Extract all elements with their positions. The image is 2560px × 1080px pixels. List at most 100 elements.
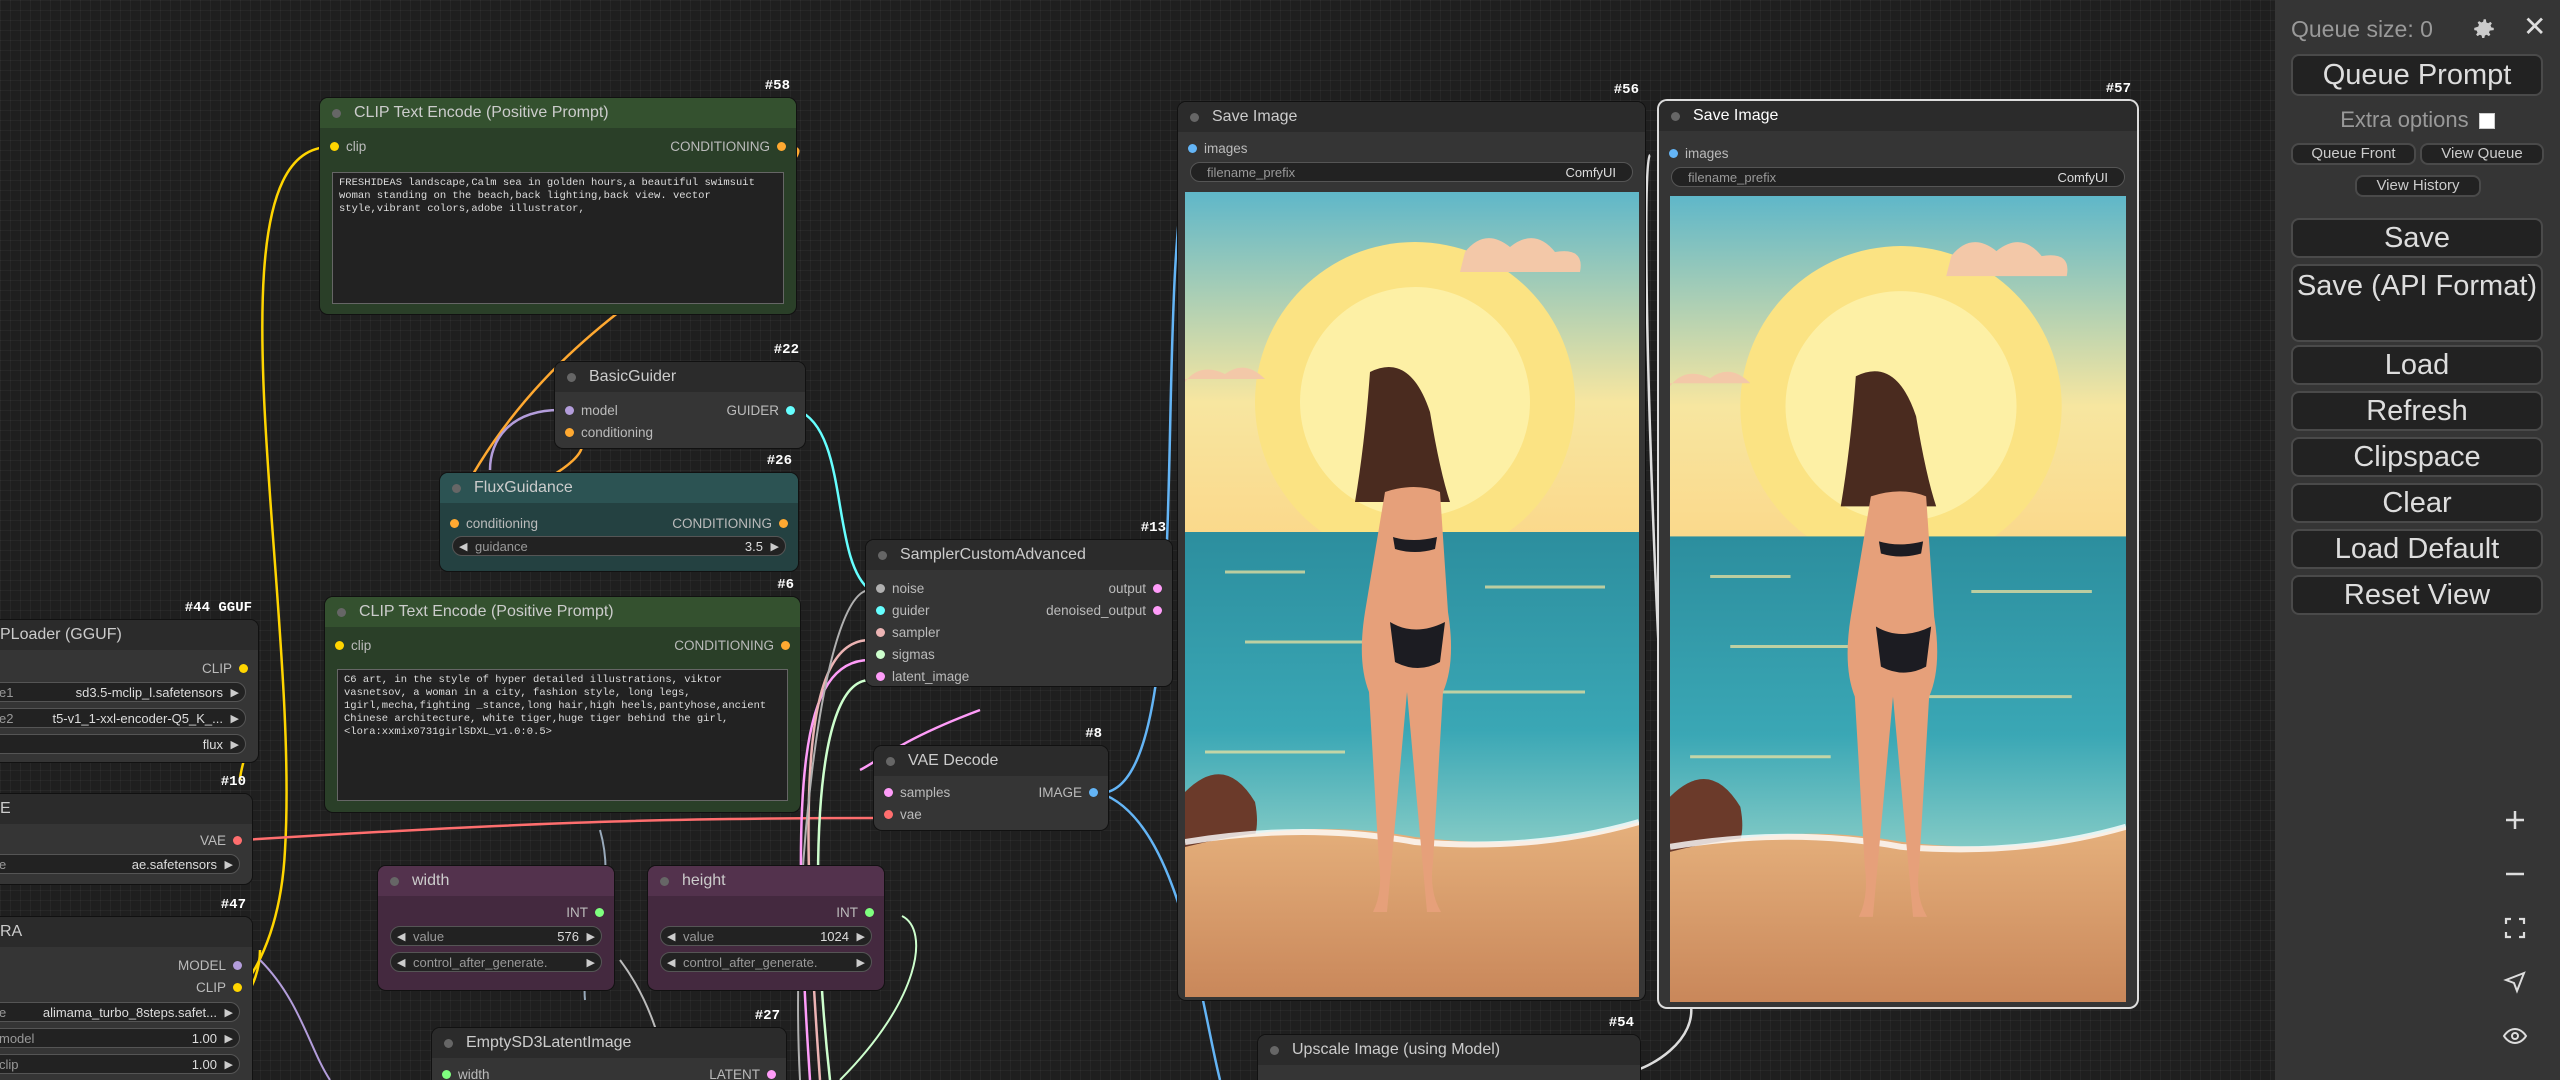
filename-prefix-widget[interactable]: filename_prefix ComfyUI bbox=[1190, 162, 1633, 182]
empty-sd3-latent-image-node[interactable]: #27 EmptySD3LatentImage width LATENT bbox=[432, 1008, 786, 1080]
node-title[interactable]: PLoader (GGUF) bbox=[0, 620, 258, 650]
input-samples[interactable]: samples bbox=[884, 784, 950, 802]
width-value-widget[interactable]: ◀ value 576 ▶ bbox=[390, 926, 602, 946]
collapse-dot-icon[interactable] bbox=[332, 109, 341, 118]
input-conditioning[interactable]: conditioning bbox=[450, 515, 538, 533]
control-after-generate-widget[interactable]: ◀ control_after_generate. ▶ bbox=[390, 952, 602, 972]
node-title[interactable]: E bbox=[0, 794, 252, 824]
prompt-textarea[interactable]: C6 art, in the style of hyper detailed i… bbox=[337, 669, 788, 801]
clipspace-button[interactable]: Clipspace bbox=[2291, 437, 2543, 477]
settings-gear-icon[interactable] bbox=[2471, 16, 2497, 42]
lora-name-widget[interactable]: e alimama_turbo_8steps.safet... ▶ bbox=[0, 1002, 240, 1022]
collapse-dot-icon[interactable] bbox=[886, 757, 895, 766]
output-latent[interactable]: LATENT bbox=[709, 1066, 776, 1080]
strength-model-widget[interactable]: model 1.00 ▶ bbox=[0, 1028, 240, 1048]
extra-options-checkbox[interactable] bbox=[2478, 113, 2495, 130]
refresh-button[interactable]: Refresh bbox=[2291, 391, 2543, 431]
basic-guider-node[interactable]: #22 BasicGuider model conditioning GUIDE… bbox=[555, 342, 805, 448]
clip-text-encode-node-6[interactable]: #6 CLIP Text Encode (Positive Prompt) cl… bbox=[325, 577, 800, 812]
collapse-dot-icon[interactable] bbox=[878, 551, 887, 560]
collapse-dot-icon[interactable] bbox=[660, 877, 669, 886]
output-int[interactable]: INT bbox=[566, 904, 604, 922]
type-widget[interactable]: flux ▶ bbox=[0, 734, 246, 754]
generated-image-preview[interactable] bbox=[1670, 196, 2126, 1002]
load-default-button[interactable]: Load Default bbox=[2291, 529, 2543, 569]
input-width[interactable]: width bbox=[442, 1066, 490, 1080]
height-value-widget[interactable]: ◀ value 1024 ▶ bbox=[660, 926, 872, 946]
queue-prompt-button[interactable]: Queue Prompt bbox=[2291, 54, 2543, 96]
output-conditioning[interactable]: CONDITIONING bbox=[674, 637, 790, 655]
output-int[interactable]: INT bbox=[836, 904, 874, 922]
input-model[interactable]: model bbox=[565, 402, 618, 420]
sampler-custom-advanced-node[interactable]: #13 SamplerCustomAdvanced noise guider s… bbox=[866, 520, 1172, 686]
fit-view-icon[interactable] bbox=[2492, 905, 2538, 951]
upscale-image-node[interactable]: #54 Upscale Image (using Model) bbox=[1258, 1015, 1640, 1080]
input-vae[interactable]: vae bbox=[884, 806, 922, 824]
strength-clip-widget[interactable]: clip 1.00 ▶ bbox=[0, 1054, 240, 1074]
collapse-dot-icon[interactable] bbox=[337, 608, 346, 617]
node-title[interactable]: RA bbox=[0, 917, 252, 947]
node-title[interactable]: EmptySD3LatentImage bbox=[432, 1028, 786, 1058]
clear-button[interactable]: Clear bbox=[2291, 483, 2543, 523]
input-images[interactable]: images bbox=[1669, 145, 1729, 163]
node-title[interactable]: CLIP Text Encode (Positive Prompt) bbox=[325, 597, 800, 627]
collapse-dot-icon[interactable] bbox=[1270, 1046, 1279, 1055]
output-clip[interactable]: CLIP bbox=[202, 660, 248, 678]
output-denoised[interactable]: denoised_output bbox=[1046, 602, 1162, 620]
node-title[interactable]: Save Image bbox=[1178, 102, 1645, 132]
vae-decode-node[interactable]: #8 VAE Decode samples vae IMAGE bbox=[874, 726, 1108, 830]
reset-view-button[interactable]: Reset View bbox=[2291, 575, 2543, 615]
output-model[interactable]: MODEL bbox=[178, 957, 242, 975]
save-button[interactable]: Save bbox=[2291, 218, 2543, 258]
output-output[interactable]: output bbox=[1108, 580, 1162, 598]
dual-clip-loader-gguf-node[interactable]: #44 GGUF PLoader (GGUF) CLIP e1 sd3.5-mcl… bbox=[0, 600, 258, 762]
collapse-dot-icon[interactable] bbox=[390, 877, 399, 886]
height-primitive-node[interactable]: height INT ◀ value 1024 ▶ ◀ control_after_ge… bbox=[648, 866, 884, 990]
input-conditioning[interactable]: conditioning bbox=[565, 424, 653, 442]
view-queue-button[interactable]: View Queue bbox=[2420, 143, 2544, 165]
collapse-dot-icon[interactable] bbox=[1671, 112, 1680, 121]
input-images[interactable]: images bbox=[1188, 140, 1248, 158]
eye-icon[interactable] bbox=[2492, 1013, 2538, 1059]
collapse-dot-icon[interactable] bbox=[567, 373, 576, 382]
control-after-generate-widget[interactable]: ◀ control_after_generate. ▶ bbox=[660, 952, 872, 972]
input-noise[interactable]: noise bbox=[876, 580, 924, 598]
clip-name2-widget[interactable]: e2 t5-v1_1-xxl-encoder-Q5_K_... ▶ bbox=[0, 708, 246, 728]
input-clip[interactable]: clip bbox=[335, 637, 371, 655]
node-title[interactable]: width bbox=[378, 866, 614, 896]
output-clip[interactable]: CLIP bbox=[196, 979, 242, 997]
save-api-format-button[interactable]: Save (API Format) bbox=[2291, 264, 2543, 342]
node-title[interactable]: CLIP Text Encode (Positive Prompt) bbox=[320, 98, 796, 128]
output-vae[interactable]: VAE bbox=[200, 832, 242, 850]
view-history-button[interactable]: View History bbox=[2355, 175, 2481, 197]
load-button[interactable]: Load bbox=[2291, 345, 2543, 385]
collapse-dot-icon[interactable] bbox=[452, 484, 461, 493]
input-clip[interactable]: clip bbox=[330, 138, 366, 156]
clip-name1-widget[interactable]: e1 sd3.5-mclip_l.safetensors ▶ bbox=[0, 682, 246, 702]
collapse-dot-icon[interactable] bbox=[444, 1039, 453, 1048]
lora-loader-node[interactable]: #47 RA MODEL CLIP e alimama_turbo_8steps.… bbox=[0, 897, 252, 1080]
node-title[interactable]: VAE Decode bbox=[874, 746, 1108, 776]
input-sigmas[interactable]: sigmas bbox=[876, 646, 935, 664]
vae-name-widget[interactable]: e ae.safetensors ▶ bbox=[0, 854, 240, 874]
flux-guidance-node[interactable]: #26 FluxGuidance conditioning CONDITIONI… bbox=[440, 453, 798, 571]
node-title[interactable]: FluxGuidance bbox=[440, 473, 798, 503]
save-image-node-57[interactable]: #57 Save Image images filename_prefix Com… bbox=[1659, 81, 2137, 1007]
zoom-out-icon[interactable] bbox=[2492, 851, 2538, 897]
node-title[interactable]: SamplerCustomAdvanced bbox=[866, 540, 1172, 570]
input-sampler[interactable]: sampler bbox=[876, 624, 940, 642]
guidance-widget[interactable]: ◀ guidance 3.5 ▶ bbox=[452, 536, 786, 556]
close-menu-icon[interactable]: ✕ bbox=[2523, 10, 2546, 43]
width-primitive-node[interactable]: width INT ◀ value 576 ▶ ◀ control_after_gene… bbox=[378, 866, 614, 990]
save-image-node-56[interactable]: #56 Save Image images filename_prefix Com… bbox=[1178, 82, 1645, 1000]
input-guider[interactable]: guider bbox=[876, 602, 930, 620]
node-title[interactable]: height bbox=[648, 866, 884, 896]
zoom-in-icon[interactable] bbox=[2492, 797, 2538, 843]
output-conditioning[interactable]: CONDITIONING bbox=[672, 515, 788, 533]
input-latent-image[interactable]: latent_image bbox=[876, 668, 969, 686]
output-conditioning[interactable]: CONDITIONING bbox=[670, 138, 786, 156]
clip-text-encode-node-58[interactable]: #58 CLIP Text Encode (Positive Prompt) c… bbox=[320, 78, 796, 314]
vae-loader-node[interactable]: #10 E VAE e ae.safetensors ▶ bbox=[0, 774, 252, 884]
node-graph-canvas[interactable]: #58 CLIP Text Encode (Positive Prompt) c… bbox=[0, 0, 2275, 1080]
node-title[interactable]: BasicGuider bbox=[555, 362, 805, 392]
